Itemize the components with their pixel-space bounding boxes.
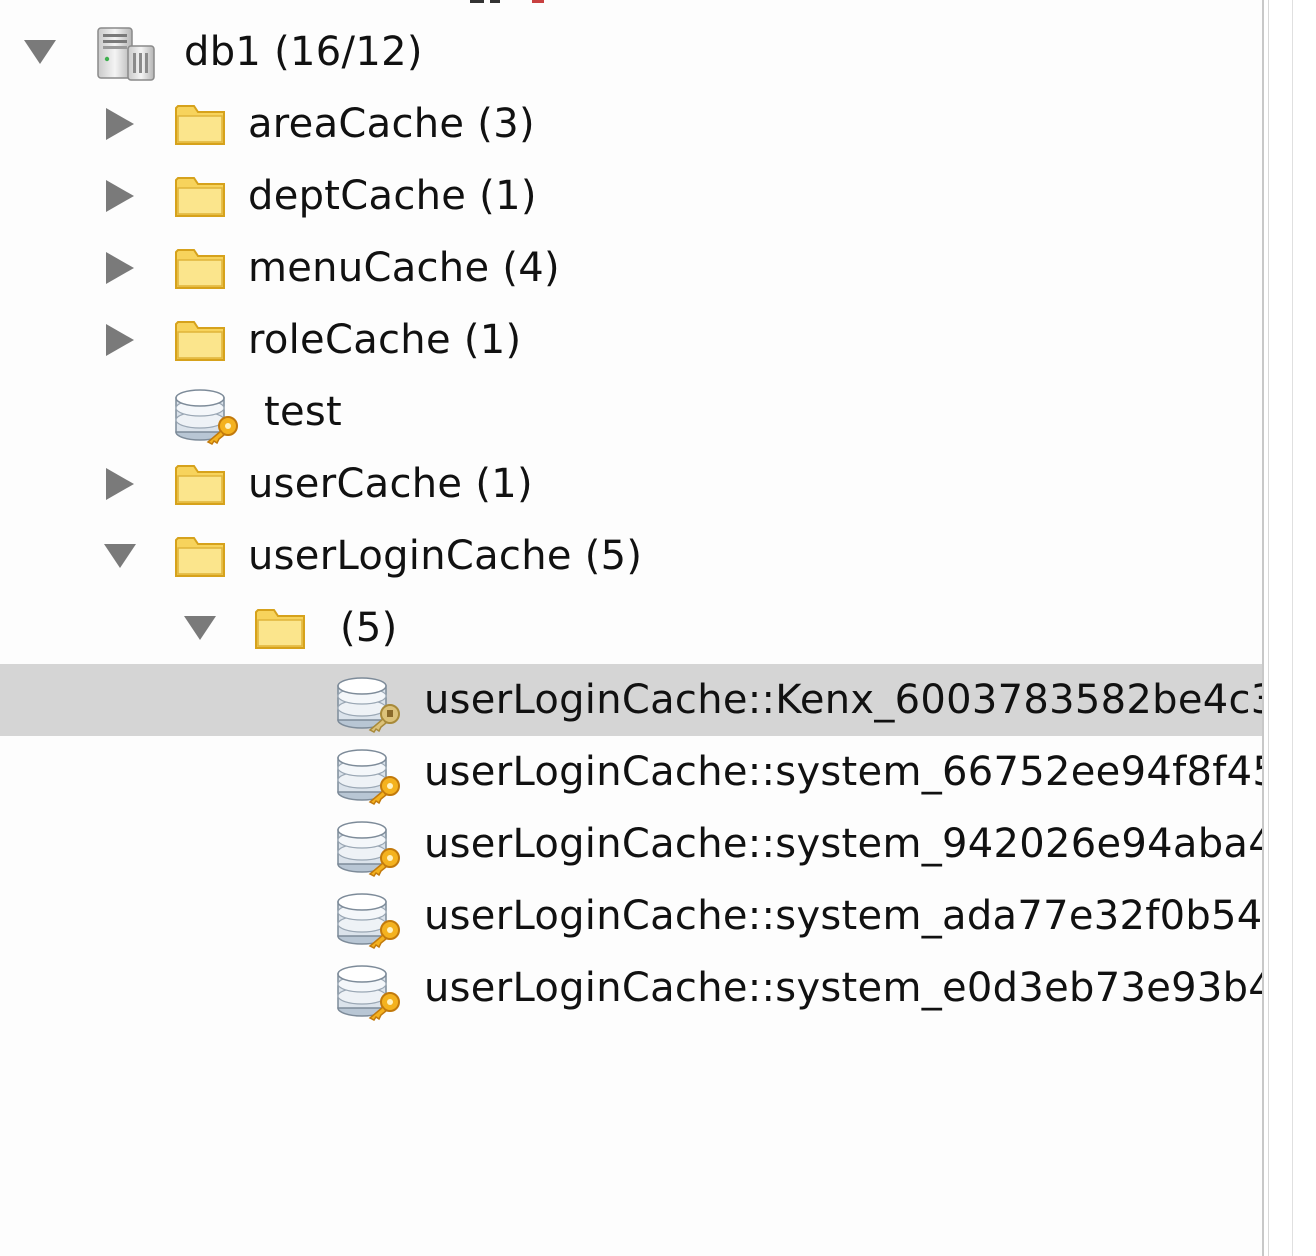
tree-row-label: userLoginCache::system_ada77e32f0b54cd: [424, 893, 1262, 939]
expand-toggle[interactable]: [182, 610, 218, 646]
tree-row-userlogincache[interactable]: userLoginCache (5): [0, 520, 1262, 592]
tree-row-label: test: [264, 389, 343, 435]
expand-toggle-db1[interactable]: [22, 34, 58, 70]
folder-icon: [172, 242, 236, 298]
expand-toggle[interactable]: [102, 322, 138, 358]
tree-row-db1[interactable]: db1 (16/12): [0, 16, 1262, 88]
tree-row-label: roleCache (1): [248, 317, 522, 363]
expand-toggle[interactable]: [102, 466, 138, 502]
tree-row-label: userLoginCache::system_942026e94aba4c9: [424, 821, 1262, 867]
tree-row-key-selected[interactable]: userLoginCache::Kenx_6003783582be4c36: [0, 664, 1262, 736]
folder-icon: [172, 314, 236, 370]
tree-row-label: db1 (16/12): [184, 29, 423, 75]
tree-row-test[interactable]: test: [0, 376, 1262, 448]
triangle-right-icon: [106, 108, 134, 140]
tree-row-label: userLoginCache::system_66752ee94f8f454: [424, 749, 1262, 795]
tree-row-key[interactable]: userLoginCache::system_942026e94aba4c9: [0, 808, 1262, 880]
tree-row-label: deptCache (1): [248, 173, 537, 219]
tree-row-rolecache[interactable]: roleCache (1): [0, 304, 1262, 376]
database-key-icon: [334, 746, 400, 805]
triangle-right-icon: [106, 252, 134, 284]
tree-row-key[interactable]: userLoginCache::system_66752ee94f8f454: [0, 736, 1262, 808]
database-key-icon: [334, 818, 400, 877]
database-key-icon: [334, 674, 400, 733]
expand-toggle[interactable]: [102, 106, 138, 142]
tree-row-areacache[interactable]: areaCache (3): [0, 88, 1262, 160]
divider-line: [1262, 0, 1264, 1256]
folder-icon: [172, 530, 236, 586]
key-tree-panel: db1 (16/12) areaCache (3) deptCache (1) …: [0, 0, 1262, 1256]
triangle-right-icon: [106, 180, 134, 212]
triangle-down-icon: [24, 40, 56, 64]
tree-row-deptcache[interactable]: deptCache (1): [0, 160, 1262, 232]
scrolled-off-row-fragment: [470, 0, 550, 4]
divider-line: [1268, 0, 1269, 1256]
triangle-right-icon: [106, 468, 134, 500]
tree-row-label: userLoginCache::system_e0d3eb73e93b4fe: [424, 965, 1262, 1011]
tree-row-key[interactable]: userLoginCache::system_e0d3eb73e93b4fe: [0, 952, 1262, 1024]
divider-line: [1292, 0, 1293, 1256]
tree-row-label: (5): [340, 605, 398, 651]
folder-icon: [172, 170, 236, 226]
triangle-right-icon: [106, 324, 134, 356]
panel-divider[interactable]: [1262, 0, 1316, 1256]
expand-toggle[interactable]: [102, 538, 138, 574]
database-key-icon: [334, 962, 400, 1021]
folder-icon: [172, 458, 236, 514]
expand-toggle[interactable]: [102, 250, 138, 286]
database-key-icon: [172, 386, 238, 445]
tree-row-label: userLoginCache::Kenx_6003783582be4c36: [424, 677, 1262, 723]
folder-icon: [172, 98, 236, 154]
tree-row-label: menuCache (4): [248, 245, 560, 291]
tree-row-label: userCache (1): [248, 461, 533, 507]
folder-icon: [252, 602, 316, 658]
server-icon: [94, 26, 158, 82]
expand-toggle[interactable]: [102, 178, 138, 214]
triangle-down-icon: [104, 544, 136, 568]
tree-row-key[interactable]: userLoginCache::system_ada77e32f0b54cd: [0, 880, 1262, 952]
tree-row-usercache[interactable]: userCache (1): [0, 448, 1262, 520]
tree-row-label: userLoginCache (5): [248, 533, 643, 579]
tree-row-label: areaCache (3): [248, 101, 535, 147]
triangle-down-icon: [184, 616, 216, 640]
database-key-icon: [334, 890, 400, 949]
tree-row-subfolder[interactable]: (5): [0, 592, 1262, 664]
tree-row-menucache[interactable]: menuCache (4): [0, 232, 1262, 304]
